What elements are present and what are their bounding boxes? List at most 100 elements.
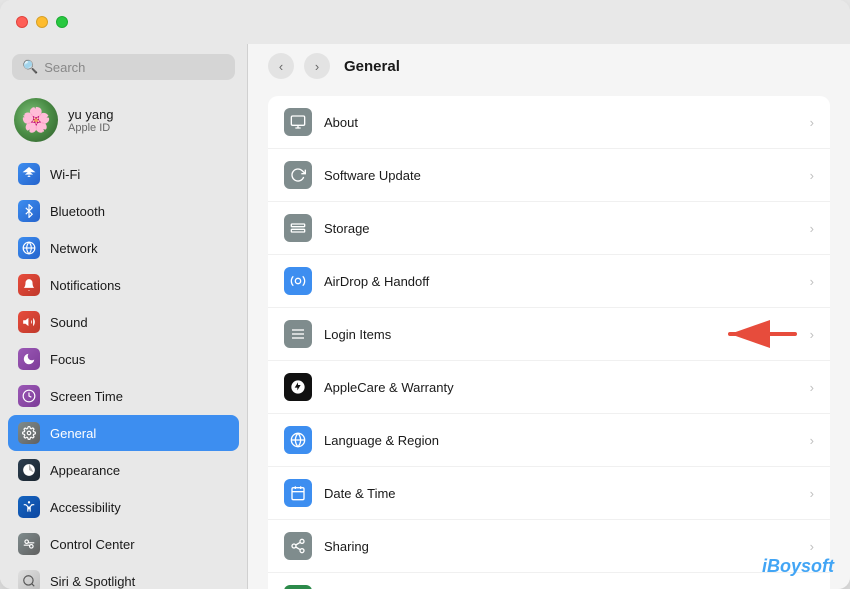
chevron-right-icon: › xyxy=(810,327,814,342)
datetime-label: Date & Time xyxy=(324,486,810,501)
appearance-label: Appearance xyxy=(50,463,120,478)
screentime-icon xyxy=(18,385,40,407)
about-icon xyxy=(284,108,312,136)
page-title: General xyxy=(344,58,400,75)
sidebar: 🔍 Search 🌸 yu yang Apple ID Wi-Fi Bluetoo… xyxy=(0,44,248,589)
chevron-right-icon: › xyxy=(810,539,814,554)
siri-icon xyxy=(18,570,40,589)
watermark-suffix: Boysoft xyxy=(767,556,834,576)
chevron-right-icon: › xyxy=(810,486,814,501)
settings-group-general: About›Software Update›Storage›AirDrop & … xyxy=(268,96,830,589)
main-content: ‹ › General About›Software Update›Storag… xyxy=(248,44,850,589)
sidebar-item-network[interactable]: Network xyxy=(8,230,239,266)
focus-icon xyxy=(18,348,40,370)
close-button[interactable] xyxy=(16,16,28,28)
search-icon: 🔍 xyxy=(22,59,38,75)
search-placeholder: Search xyxy=(44,60,85,75)
sharing-label: Sharing xyxy=(324,539,810,554)
general-icon xyxy=(18,422,40,444)
settings-row-airdrop[interactable]: AirDrop & Handoff› xyxy=(268,255,830,308)
notifications-icon xyxy=(18,274,40,296)
controlcenter-label: Control Center xyxy=(50,537,135,552)
network-icon xyxy=(18,237,40,259)
nav-bar: ‹ › General xyxy=(248,44,850,88)
controlcenter-icon xyxy=(18,533,40,555)
settings-row-softwareupdate[interactable]: Software Update› xyxy=(268,149,830,202)
chevron-right-icon: › xyxy=(810,168,814,183)
language-icon xyxy=(284,426,312,454)
language-label: Language & Region xyxy=(324,433,810,448)
sidebar-item-screentime[interactable]: Screen Time xyxy=(8,378,239,414)
airdrop-label: AirDrop & Handoff xyxy=(324,274,810,289)
sidebar-item-siri[interactable]: Siri & Spotlight xyxy=(8,563,239,589)
sidebar-item-notifications[interactable]: Notifications xyxy=(8,267,239,303)
maximize-button[interactable] xyxy=(56,16,68,28)
settings-row-loginitems[interactable]: Login Items › xyxy=(268,308,830,361)
bluetooth-label: Bluetooth xyxy=(50,204,105,219)
red-arrow xyxy=(720,319,800,349)
minimize-button[interactable] xyxy=(36,16,48,28)
focus-label: Focus xyxy=(50,352,85,367)
storage-icon xyxy=(284,214,312,242)
forward-button[interactable]: › xyxy=(304,53,330,79)
sidebar-item-general[interactable]: General xyxy=(8,415,239,451)
main-window: 🔍 Search 🌸 yu yang Apple ID Wi-Fi Bluetoo… xyxy=(0,0,850,589)
chevron-right-icon: › xyxy=(810,380,814,395)
watermark: iBoysoft xyxy=(762,556,834,577)
avatar: 🌸 xyxy=(14,98,58,142)
traffic-lights xyxy=(16,16,68,28)
sidebar-item-accessibility[interactable]: Accessibility xyxy=(8,489,239,525)
sidebar-item-controlcenter[interactable]: Control Center xyxy=(8,526,239,562)
settings-row-applecare[interactable]: AppleCare & Warranty› xyxy=(268,361,830,414)
timemachine-icon xyxy=(284,585,312,589)
accessibility-label: Accessibility xyxy=(50,500,121,515)
arrow-annotation xyxy=(720,319,800,349)
general-label: General xyxy=(50,426,96,441)
search-bar[interactable]: 🔍 Search xyxy=(12,54,235,80)
content-area: 🔍 Search 🌸 yu yang Apple ID Wi-Fi Bluetoo… xyxy=(0,44,850,589)
about-label: About xyxy=(324,115,810,130)
settings-row-language[interactable]: Language & Region› xyxy=(268,414,830,467)
appearance-icon xyxy=(18,459,40,481)
settings-list: About›Software Update›Storage›AirDrop & … xyxy=(248,88,850,589)
wifi-icon xyxy=(18,163,40,185)
applecare-label: AppleCare & Warranty xyxy=(324,380,810,395)
chevron-right-icon: › xyxy=(810,221,814,236)
sidebar-item-appearance[interactable]: Appearance xyxy=(8,452,239,488)
back-button[interactable]: ‹ xyxy=(268,53,294,79)
airdrop-icon xyxy=(284,267,312,295)
sidebar-item-bluetooth[interactable]: Bluetooth xyxy=(8,193,239,229)
storage-label: Storage xyxy=(324,221,810,236)
settings-row-sharing[interactable]: Sharing› xyxy=(268,520,830,573)
chevron-right-icon: › xyxy=(810,115,814,130)
screentime-label: Screen Time xyxy=(50,389,123,404)
softwareupdate-icon xyxy=(284,161,312,189)
notifications-label: Notifications xyxy=(50,278,121,293)
sharing-icon xyxy=(284,532,312,560)
chevron-right-icon: › xyxy=(810,274,814,289)
settings-row-about[interactable]: About› xyxy=(268,96,830,149)
sidebar-list: Wi-Fi Bluetooth Network Notifications Sound F… xyxy=(0,156,247,589)
user-info: yu yang Apple ID xyxy=(68,107,114,134)
softwareupdate-label: Software Update xyxy=(324,168,810,183)
settings-row-timemachine[interactable]: Time Machine› xyxy=(268,573,830,589)
sound-icon xyxy=(18,311,40,333)
datetime-icon xyxy=(284,479,312,507)
sidebar-item-wifi[interactable]: Wi-Fi xyxy=(8,156,239,192)
sidebar-item-focus[interactable]: Focus xyxy=(8,341,239,377)
bluetooth-icon xyxy=(18,200,40,222)
siri-label: Siri & Spotlight xyxy=(50,574,135,589)
settings-row-storage[interactable]: Storage› xyxy=(268,202,830,255)
user-subtitle: Apple ID xyxy=(68,122,114,134)
titlebar xyxy=(0,0,850,44)
settings-row-datetime[interactable]: Date & Time› xyxy=(268,467,830,520)
loginitems-icon xyxy=(284,320,312,348)
avatar-image: 🌸 xyxy=(21,106,51,135)
user-profile[interactable]: 🌸 yu yang Apple ID xyxy=(0,90,247,150)
user-name: yu yang xyxy=(68,107,114,122)
sidebar-item-sound[interactable]: Sound xyxy=(8,304,239,340)
wifi-label: Wi-Fi xyxy=(50,167,80,182)
chevron-right-icon: › xyxy=(810,433,814,448)
accessibility-icon xyxy=(18,496,40,518)
network-label: Network xyxy=(50,241,98,256)
